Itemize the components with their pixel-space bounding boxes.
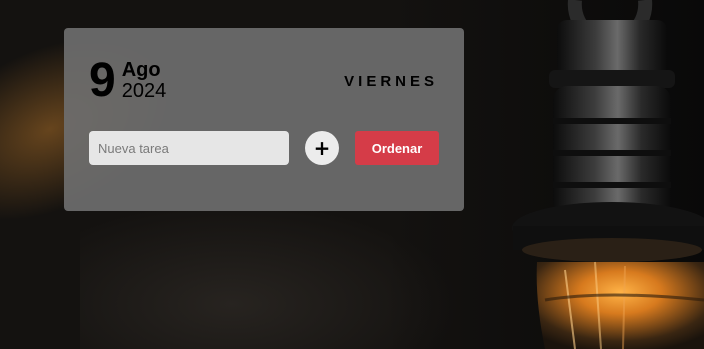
light-bulb-icon bbox=[512, 0, 704, 349]
date-display: 9 Ago 2024 bbox=[89, 54, 167, 107]
date-task-card: 9 Ago 2024 VIERNES + Ordenar bbox=[64, 28, 464, 211]
day-number: 9 bbox=[89, 54, 116, 107]
sort-button[interactable]: Ordenar bbox=[355, 131, 439, 165]
weekday-label: VIERNES bbox=[344, 73, 438, 90]
month-year: Ago 2024 bbox=[122, 60, 167, 102]
year-label: 2024 bbox=[121, 80, 167, 102]
add-task-button[interactable]: + bbox=[305, 131, 339, 165]
month-label: Ago bbox=[121, 59, 161, 81]
new-task-input[interactable] bbox=[89, 131, 289, 165]
